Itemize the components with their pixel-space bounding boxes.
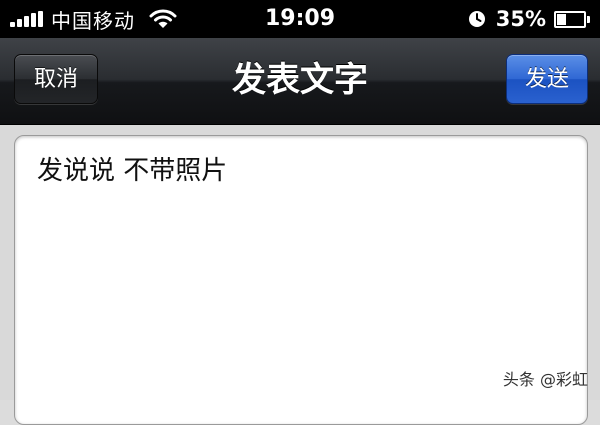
clock-icon xyxy=(468,11,485,27)
post-text-input[interactable]: 发说说 不带照片 xyxy=(14,135,588,425)
battery-percent: 35% xyxy=(495,7,546,31)
battery-fill xyxy=(557,13,566,25)
post-text-value: 发说说 不带照片 xyxy=(37,156,228,186)
status-right: 35% xyxy=(468,0,590,38)
watermark: 头条 @彩虹 xyxy=(502,370,588,389)
content-area: 发说说 不带照片 头条 @彩虹 xyxy=(0,125,600,425)
navigation-bar: 取消 发表文字 发送 xyxy=(0,38,600,125)
status-bar: 中国移动 19:09 35% xyxy=(0,0,600,38)
send-button[interactable]: 发送 xyxy=(506,54,588,104)
battery-icon xyxy=(554,10,590,28)
